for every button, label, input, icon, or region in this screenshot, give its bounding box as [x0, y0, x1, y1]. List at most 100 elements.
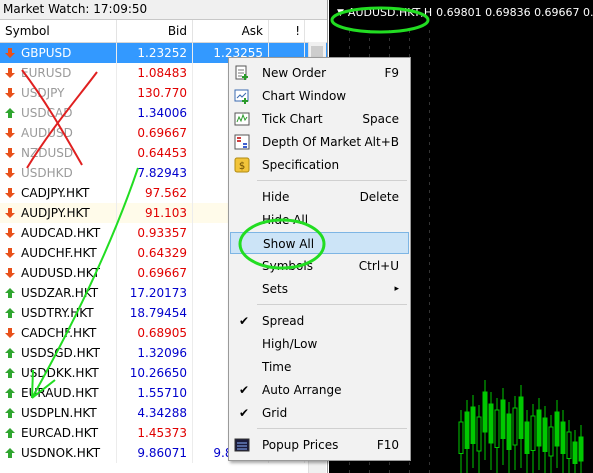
symbol-name: GBPUSD: [21, 46, 72, 60]
menu-item-symbols[interactable]: Symbols Ctrl+U: [230, 255, 409, 277]
grid-dot: [429, 222, 430, 225]
candle-body: [512, 407, 518, 446]
menu-item-shortcut: Space: [362, 112, 399, 126]
candle-body: [458, 421, 464, 454]
candle-body: [566, 431, 572, 459]
grid-dot: [349, 46, 350, 49]
chart-dropdown-icon[interactable]: ▼: [337, 8, 344, 18]
grid-dot: [369, 462, 370, 465]
bid-cell: 1.45373: [117, 423, 193, 443]
symbol-cell: AUDCHF.HKT: [0, 243, 117, 263]
symbol-cell: USDNOK.HKT: [0, 443, 117, 463]
grid-dot: [429, 198, 430, 201]
grid-dot: [429, 390, 430, 393]
bid-cell: 0.68905: [117, 323, 193, 343]
symbol-cell: AUDJPY.HKT: [0, 203, 117, 223]
grid-dot: [429, 326, 430, 329]
grid-dot: [429, 406, 430, 409]
column-header-ask[interactable]: Ask: [193, 20, 269, 42]
menu-item-label: New Order: [262, 66, 327, 80]
grid-dot: [409, 46, 410, 49]
menu-item-auto-arrange[interactable]: ✔ Auto Arrange: [230, 379, 409, 401]
menu-item-spread[interactable]: ✔ Spread: [230, 310, 409, 332]
grid-dot: [429, 286, 430, 289]
grid-dot: [409, 38, 410, 41]
price-up-arrow-icon: [5, 108, 15, 118]
price-down-arrow-icon: [5, 228, 15, 238]
grid-dot: [429, 382, 430, 385]
column-header-symbol[interactable]: Symbol: [0, 20, 117, 42]
price-down-arrow-icon: [5, 68, 15, 78]
symbol-name: USDHKD: [21, 166, 73, 180]
menu-item-new-order[interactable]: New Order F9: [230, 62, 409, 84]
candle-body: [578, 436, 584, 462]
menu-item-depth-of-market[interactable]: Depth Of Market Alt+B: [230, 131, 409, 153]
candle-body: [560, 421, 566, 454]
menu-item-hide[interactable]: Hide Delete: [230, 186, 409, 208]
menu-item-label: Depth Of Market: [262, 135, 362, 149]
menu-item-specification[interactable]: $ Specification: [230, 154, 409, 176]
symbol-cell: USDHKD: [0, 163, 117, 183]
symbol-cell: USDSGD.HKT: [0, 343, 117, 363]
grid-dot: [429, 462, 430, 465]
menu-item-show-all[interactable]: Show All: [230, 232, 409, 254]
symbol-cell: GBPUSD: [0, 43, 117, 63]
grid-dot: [389, 38, 390, 41]
bid-cell: 0.93357: [117, 223, 193, 243]
column-header-bid[interactable]: Bid: [117, 20, 193, 42]
symbol-cell: USDCAD: [0, 103, 117, 123]
grid-dot: [429, 110, 430, 113]
grid-dot: [429, 182, 430, 185]
column-header-spread[interactable]: !: [269, 20, 305, 42]
symbol-cell: EURCAD.HKT: [0, 423, 117, 443]
menu-item-popup-prices[interactable]: Popup Prices F10: [230, 434, 409, 456]
grid-dot: [429, 254, 430, 257]
menu-item-chart-window[interactable]: Chart Window: [230, 85, 409, 107]
symbol-cell: USDPLN.HKT: [0, 403, 117, 423]
menu-item-high-low[interactable]: High/Low: [230, 333, 409, 355]
menu-item-time[interactable]: Time: [230, 356, 409, 378]
price-down-arrow-icon: [5, 248, 15, 258]
bid-cell: 130.770: [117, 83, 193, 103]
grid-dot: [429, 270, 430, 273]
menu-item-tick-chart[interactable]: Tick Chart Space: [230, 108, 409, 130]
symbol-cell: AUDCAD.HKT: [0, 223, 117, 243]
bid-cell: 1.32096: [117, 343, 193, 363]
candle-body: [482, 391, 488, 433]
menu-item-hide-all[interactable]: Hide All: [230, 209, 409, 231]
symbol-name: CADCHF.HKT: [21, 326, 97, 340]
symbol-name: USDCAD: [21, 106, 73, 120]
menu-item-label: Grid: [262, 406, 288, 420]
price-down-arrow-icon: [5, 168, 15, 178]
grid-dot: [429, 358, 430, 361]
menu-item-grid[interactable]: ✔ Grid: [230, 402, 409, 424]
grid-dot: [429, 46, 430, 49]
price-down-arrow-icon: [5, 208, 15, 218]
grid-dot: [429, 86, 430, 89]
candle-body: [572, 441, 578, 464]
new-order-icon: [235, 65, 248, 80]
grid-dot: [429, 206, 430, 209]
chart-header: ▼ AUDUSD.HKT,H 0.69801 0.69836 0.69667 0…: [337, 6, 593, 19]
menu-separator: [257, 428, 407, 429]
grid-dot: [429, 366, 430, 369]
grid-dot: [429, 350, 430, 353]
menu-separator: [257, 180, 407, 181]
checkmark-icon: ✔: [239, 383, 250, 397]
grid-dot: [429, 62, 430, 65]
candle-body: [500, 399, 506, 439]
candle-body: [524, 421, 530, 454]
grid-dot: [429, 262, 430, 265]
grid-dot: [389, 462, 390, 465]
bid-cell: 0.64329: [117, 243, 193, 263]
menu-item-sets[interactable]: Sets ▸: [230, 278, 409, 300]
menu-item-label: Hide All: [262, 213, 309, 227]
market-watch-title: Market Watch: 17:09:50: [0, 0, 327, 20]
symbol-cell: EURAUD.HKT: [0, 383, 117, 403]
bid-cell: 97.562: [117, 183, 193, 203]
price-up-arrow-icon: [5, 388, 15, 398]
symbol-name: EURUSD: [21, 66, 72, 80]
candle-body: [542, 417, 548, 452]
grid-dot: [369, 38, 370, 41]
symbol-name: EURCAD.HKT: [21, 426, 99, 440]
